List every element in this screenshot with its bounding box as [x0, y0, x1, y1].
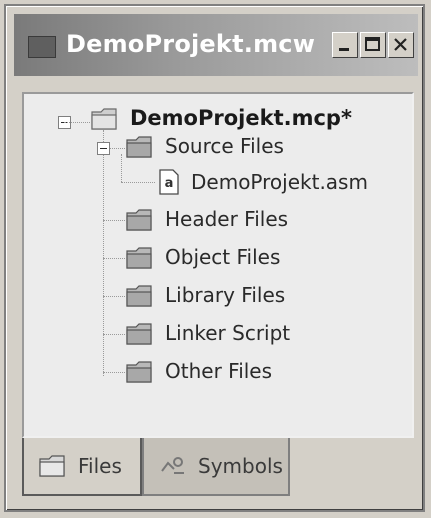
project-label: DemoProjekt.mcp*: [130, 106, 352, 130]
tree-item-linker-script[interactable]: Linker Script: [125, 321, 290, 345]
folder-icon: [126, 285, 152, 307]
close-button[interactable]: [388, 32, 414, 58]
folder-label: Linker Script: [165, 321, 291, 345]
tree-line: [103, 130, 104, 376]
svg-text:a: a: [165, 176, 174, 191]
tab-strip: Files Symbols: [22, 438, 414, 502]
tree-line: [121, 154, 122, 182]
folder-label: Object Files: [165, 245, 281, 269]
project-window: DemoProjekt.mcw DemoProjekt.mcp* Source …: [4, 4, 425, 512]
tree-item-object-files[interactable]: Object Files: [125, 245, 280, 269]
project-tree: DemoProjekt.mcp* Source Files a DemoProj…: [24, 94, 412, 436]
tree-line: [103, 220, 125, 221]
tab-files[interactable]: Files: [22, 438, 142, 496]
window-icon: [28, 36, 56, 58]
tree-item-library-files[interactable]: Library Files: [125, 283, 285, 307]
file-label: DemoProjekt.asm: [191, 170, 368, 194]
tree-line: [121, 182, 155, 183]
folder-icon: [39, 455, 65, 477]
folder-icon: [126, 209, 152, 231]
tree-line: [103, 296, 125, 297]
folder-icon: [126, 136, 152, 158]
window-title: DemoProjekt.mcw: [66, 30, 316, 58]
folder-label: Library Files: [165, 283, 286, 307]
folder-icon: [91, 108, 117, 130]
tree-line: [103, 372, 125, 373]
maximize-button[interactable]: [360, 32, 386, 58]
folder-icon: [126, 323, 152, 345]
minimize-button[interactable]: [332, 32, 358, 58]
title-bar[interactable]: DemoProjekt.mcw: [14, 14, 418, 76]
folder-label: Other Files: [165, 359, 273, 383]
collapse-source-files-icon[interactable]: [97, 142, 110, 155]
tab-symbols[interactable]: Symbols: [142, 438, 290, 496]
folder-icon: [126, 247, 152, 269]
tree-line: [103, 258, 125, 259]
project-tree-panel: DemoProjekt.mcp* Source Files a DemoProj…: [22, 92, 414, 438]
folder-label: Source Files: [165, 134, 284, 158]
tree-line: [64, 122, 90, 123]
tab-label: Files: [78, 454, 122, 478]
tree-item-header-files[interactable]: Header Files: [125, 207, 288, 231]
folder-icon: [126, 361, 152, 383]
symbols-icon: [161, 457, 184, 474]
tree-item-other-files[interactable]: Other Files: [125, 359, 272, 383]
tree-item-source-files[interactable]: Source Files: [125, 134, 284, 158]
tree-item-source-file[interactable]: a DemoProjekt.asm: [157, 168, 368, 196]
tree-item-project[interactable]: DemoProjekt.mcp*: [90, 106, 352, 130]
asm-file-icon: a: [159, 169, 179, 195]
tree-line: [103, 334, 125, 335]
folder-label: Header Files: [165, 207, 289, 231]
tab-label: Symbols: [198, 454, 283, 478]
